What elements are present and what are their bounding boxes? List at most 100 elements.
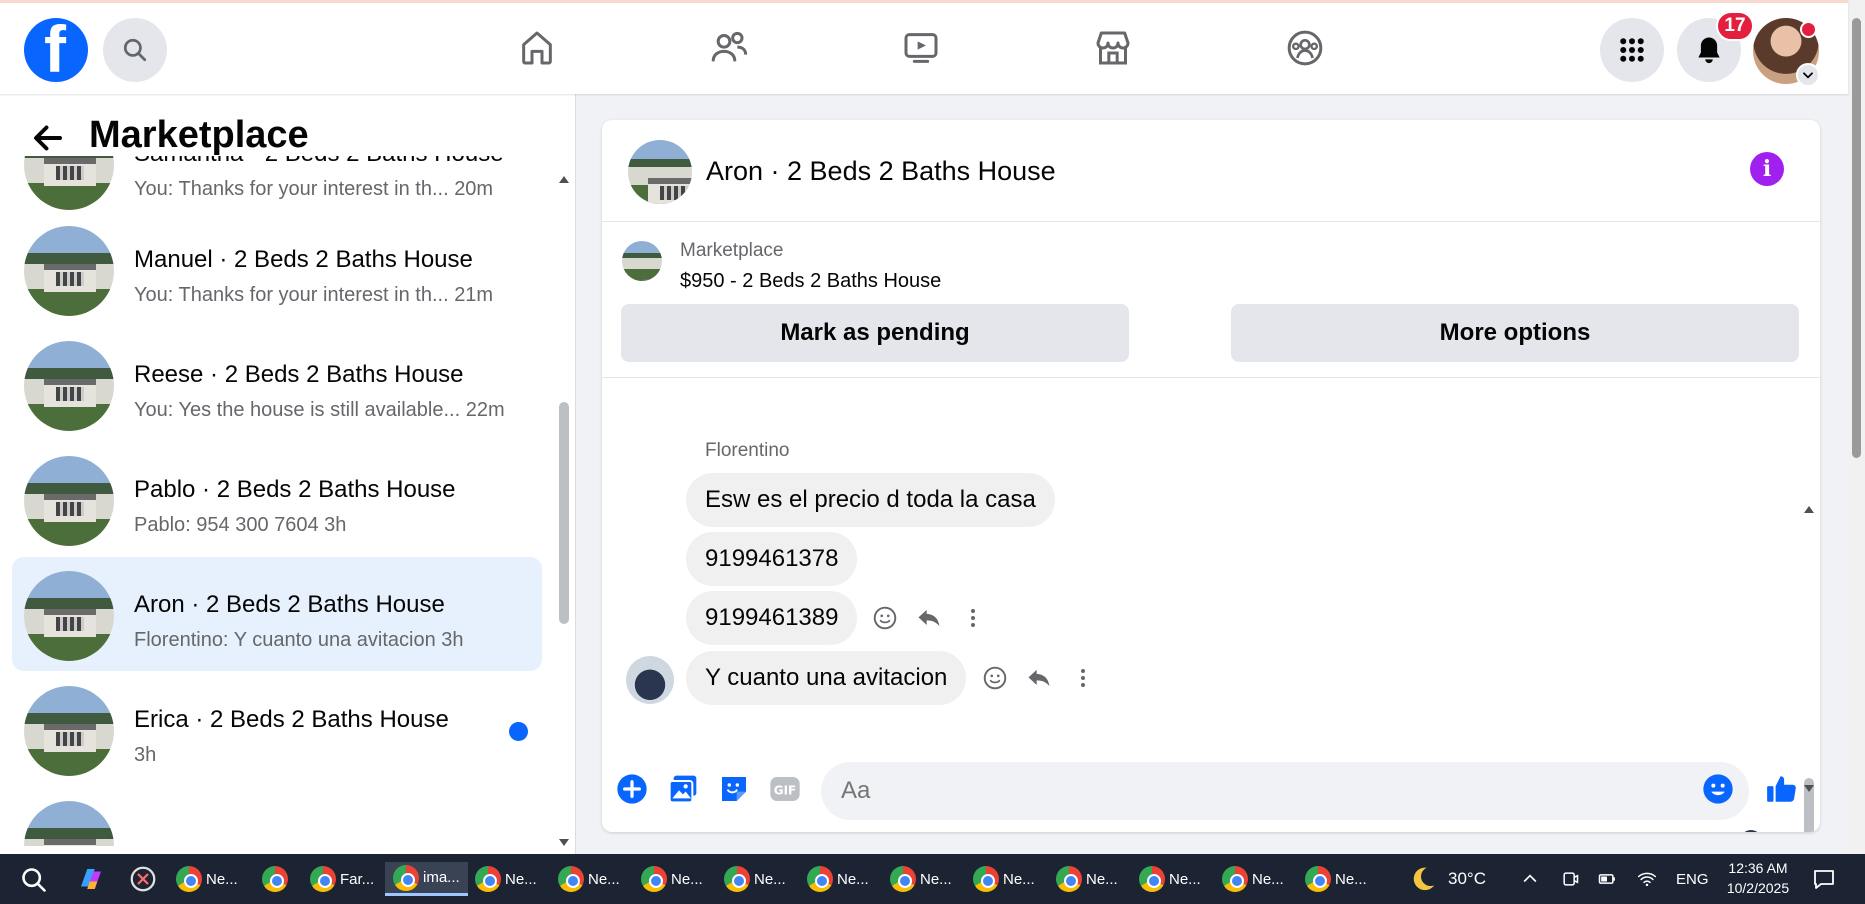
- conversation-item[interactable]: Manuel · 2 Beds 2 Baths House You: Thank…: [12, 212, 542, 326]
- chat-scrollbar[interactable]: [1802, 388, 1816, 832]
- home-nav-button[interactable]: [514, 25, 560, 71]
- listing-price-title[interactable]: $950 - 2 Beds 2 Baths House: [680, 270, 941, 293]
- conversation-item[interactable]: Reese · 2 Beds 2 Baths House You: Yes th…: [12, 327, 542, 441]
- react-button[interactable]: [980, 663, 1010, 693]
- tray-overflow-button[interactable]: [1520, 854, 1540, 904]
- conversation-thumbnail: [24, 801, 114, 846]
- conversation-snippet: Florentino: Y cuanto una avitacion 3h: [134, 629, 464, 651]
- message-actions: [980, 663, 1098, 693]
- taskbar-chrome-window[interactable]: Ne...: [890, 862, 952, 896]
- listing-label: Marketplace: [680, 240, 784, 261]
- chrome-icon: [724, 866, 750, 892]
- taskbar-chrome-window[interactable]: Ne...: [475, 862, 537, 896]
- message-thread: Florentino Esw es el precio d toda la ca…: [602, 378, 1820, 832]
- page-scrollbar-thumb[interactable]: [1852, 18, 1861, 458]
- sidebar-scrollbar-thumb[interactable]: [559, 402, 569, 624]
- clock-date: 10/2/2025: [1726, 880, 1790, 896]
- taskbar-chrome-window[interactable]: Ne...: [1305, 862, 1367, 896]
- search-button[interactable]: [103, 18, 167, 82]
- listing-thumbnail[interactable]: [622, 241, 662, 281]
- marketplace-nav-button[interactable]: [1090, 25, 1136, 71]
- react-button[interactable]: [870, 603, 900, 633]
- taskbar-chrome-window[interactable]: Ne...: [1139, 862, 1201, 896]
- chat-avatar[interactable]: [628, 140, 692, 204]
- conversation-item[interactable]: Samantha · 2 Beds 2 Baths House You: Tha…: [12, 156, 542, 220]
- gif-button[interactable]: GIF: [768, 772, 802, 806]
- more-vertical-icon: [1081, 669, 1085, 687]
- taskbar-search-icon[interactable]: [20, 866, 48, 894]
- conversation-item-active[interactable]: Aron · 2 Beds 2 Baths House Florentino: …: [12, 557, 542, 671]
- taskbar-chrome-window[interactable]: Ne...: [641, 862, 703, 896]
- chrome-icon: [475, 866, 501, 892]
- more-button[interactable]: [958, 603, 988, 633]
- conversation-item[interactable]: Erica · 2 Beds 2 Baths House 3h: [12, 672, 542, 786]
- video-icon: [904, 33, 938, 63]
- sender-avatar[interactable]: [626, 656, 674, 704]
- taskbar-chrome-window[interactable]: Ne...: [558, 862, 620, 896]
- more-actions-button[interactable]: [615, 772, 649, 806]
- notification-center-button[interactable]: [1812, 854, 1836, 904]
- plus-circle-icon: [617, 774, 647, 804]
- sticker-button[interactable]: [717, 772, 751, 806]
- more-button[interactable]: [1068, 663, 1098, 693]
- mark-as-pending-button[interactable]: Mark as pending: [621, 304, 1129, 362]
- groups-icon: [1287, 30, 1323, 66]
- page-scrollbar[interactable]: [1848, 0, 1865, 854]
- taskbar-clock[interactable]: 12:36 AM 10/2/2025: [1718, 858, 1798, 898]
- more-options-button[interactable]: More options: [1231, 304, 1799, 362]
- taskbar-chrome-window[interactable]: Ne...: [1056, 862, 1118, 896]
- like-button[interactable]: [1765, 772, 1799, 806]
- tray-meet-icon[interactable]: [1560, 854, 1580, 904]
- conversation-item[interactable]: [12, 787, 542, 846]
- taskbar-chrome-window[interactable]: Far...: [310, 862, 374, 896]
- info-icon[interactable]: i: [1750, 152, 1784, 186]
- chrome-icon: [1056, 866, 1082, 892]
- weather-widget[interactable]: 30°C: [1408, 854, 1486, 904]
- moon-icon: [1413, 867, 1435, 891]
- taskbar-app-icon[interactable]: [128, 862, 158, 896]
- friends-nav-button[interactable]: [706, 25, 752, 71]
- groups-nav-button[interactable]: [1282, 25, 1328, 71]
- taskbar-chrome-window[interactable]: Ne...: [1222, 862, 1284, 896]
- scroll-up-icon: [1804, 506, 1814, 513]
- taskbar-chrome-window[interactable]: Ne...: [176, 862, 238, 896]
- conversation-thumbnail: [24, 226, 114, 316]
- taskbar-chrome-window[interactable]: Ne...: [973, 862, 1035, 896]
- video-nav-button[interactable]: [898, 25, 944, 71]
- message-bubble[interactable]: 9199461378: [686, 532, 858, 586]
- account-menu-button[interactable]: [1796, 63, 1820, 87]
- chat-panel: Aron · 2 Beds 2 Baths House i Marketplac…: [602, 120, 1820, 832]
- chrome-icon: [1139, 866, 1165, 892]
- menu-button[interactable]: [1600, 18, 1664, 82]
- conversation-name: Aron · 2 Beds 2 Baths House: [134, 591, 445, 618]
- copilot-icon[interactable]: [76, 862, 106, 896]
- conversation-thumbnail: [24, 341, 114, 431]
- conversation-name: Manuel · 2 Beds 2 Baths House: [134, 246, 473, 273]
- message-bubble[interactable]: Esw es el precio d toda la casa: [686, 473, 1055, 527]
- chat-title[interactable]: Aron · 2 Beds 2 Baths House: [706, 156, 1056, 187]
- chat-bubble-icon: [1814, 870, 1834, 889]
- taskbar-chrome-window[interactable]: [262, 862, 292, 896]
- bell-icon: [1698, 37, 1720, 64]
- language-indicator[interactable]: ENG: [1676, 854, 1709, 904]
- back-button[interactable]: [30, 120, 66, 156]
- emoji-button[interactable]: [1701, 772, 1735, 806]
- message-input[interactable]: [821, 762, 1749, 820]
- tray-wifi-icon[interactable]: [1636, 854, 1658, 904]
- taskbar-chrome-window[interactable]: Ne...: [807, 862, 869, 896]
- reply-icon: [918, 609, 940, 627]
- facebook-logo-icon[interactable]: f: [24, 16, 88, 82]
- gif-icon: GIF: [770, 777, 800, 801]
- attach-photo-button[interactable]: [666, 772, 700, 806]
- taskbar-chrome-window[interactable]: Ne...: [724, 862, 786, 896]
- conversation-item[interactable]: Pablo · 2 Beds 2 Baths House Pablo: 954 …: [12, 442, 542, 556]
- reply-button[interactable]: [1024, 663, 1054, 693]
- photo-icon: [668, 775, 697, 804]
- tray-battery-icon[interactable]: [1596, 854, 1618, 904]
- message-bubble[interactable]: Y cuanto una avitacion: [686, 651, 967, 705]
- taskbar-chrome-window-active[interactable]: ima...: [385, 862, 468, 896]
- thumbs-up-icon: [1767, 776, 1796, 802]
- message-bubble[interactable]: 9199461389: [686, 591, 858, 645]
- sidebar-scrollbar[interactable]: [557, 174, 571, 854]
- reply-button[interactable]: [914, 603, 944, 633]
